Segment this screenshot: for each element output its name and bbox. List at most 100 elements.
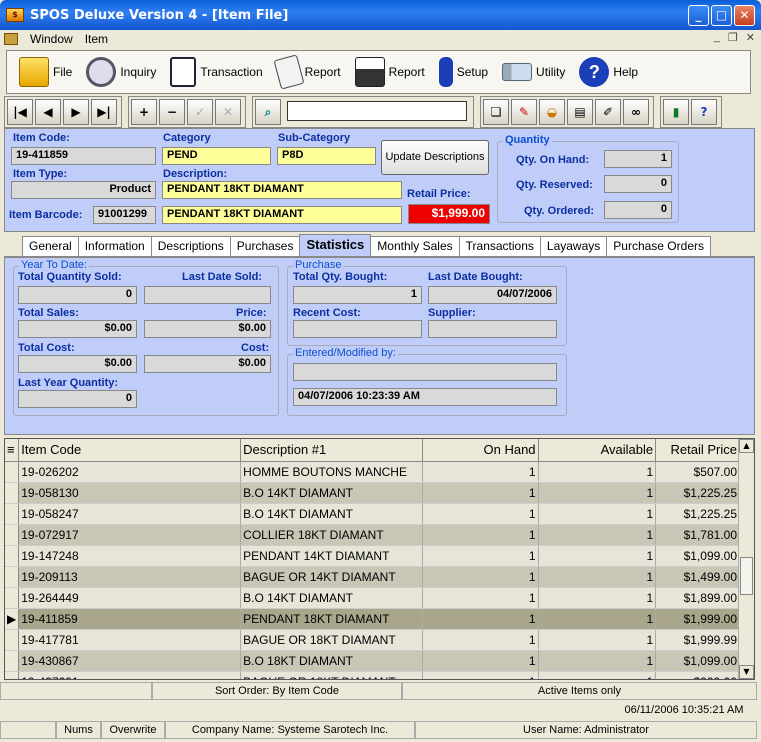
toolbar-transaction-button[interactable]: Transaction bbox=[170, 57, 263, 87]
cell-description[interactable]: B.O 14KT DIAMANT bbox=[240, 503, 424, 525]
glasses-icon[interactable]: ∞ bbox=[623, 99, 649, 125]
scroll-down-icon[interactable]: ▼ bbox=[739, 665, 754, 679]
update-descriptions-button[interactable]: Update Descriptions bbox=[381, 140, 489, 175]
column-header-item-code[interactable]: Item Code bbox=[18, 439, 242, 462]
minimize-button[interactable]: _ bbox=[688, 5, 709, 26]
item-barcode-field[interactable]: 91001299 bbox=[93, 206, 156, 224]
toolbar-report-button[interactable]: Report bbox=[273, 54, 341, 90]
exit-door-icon[interactable]: ▮ bbox=[663, 99, 689, 125]
row-header[interactable] bbox=[5, 524, 20, 546]
cell-retail-price[interactable]: $1,099.00 bbox=[655, 545, 740, 567]
table-row[interactable]: 19-437291BAGUE OR 18KT DIAMANT11$999.00 bbox=[5, 671, 740, 679]
cell-available[interactable]: 1 bbox=[538, 503, 657, 525]
tab-monthly-sales[interactable]: Monthly Sales bbox=[370, 236, 460, 256]
subcategory-field[interactable]: P8D bbox=[277, 147, 376, 165]
row-header-corner[interactable]: ≡ bbox=[5, 439, 20, 462]
cell-description[interactable]: PENDANT 18KT DIAMANT bbox=[240, 608, 424, 630]
cell-available[interactable]: 1 bbox=[538, 671, 657, 679]
row-header[interactable] bbox=[5, 566, 20, 588]
cell-available[interactable]: 1 bbox=[538, 545, 657, 567]
cell-on-hand[interactable]: 1 bbox=[422, 524, 539, 546]
cell-available[interactable]: 1 bbox=[538, 566, 657, 588]
tab-statistics[interactable]: Statistics bbox=[299, 234, 372, 256]
last-record-button[interactable]: ▶| bbox=[91, 99, 117, 125]
search-input[interactable] bbox=[287, 101, 467, 121]
scroll-thumb[interactable] bbox=[740, 557, 753, 595]
cell-available[interactable]: 1 bbox=[538, 587, 657, 609]
confirm-button[interactable]: ✓ bbox=[187, 99, 213, 125]
tab-descriptions[interactable]: Descriptions bbox=[150, 236, 231, 256]
menu-window[interactable]: Window bbox=[30, 32, 73, 46]
cell-description[interactable]: PENDANT 14KT DIAMANT bbox=[240, 545, 424, 567]
description-field-2[interactable]: PENDANT 18KT DIAMANT bbox=[162, 206, 402, 224]
help-question-icon[interactable]: ? bbox=[691, 99, 717, 125]
cell-retail-price[interactable]: $1,781.00 bbox=[655, 524, 740, 546]
table-row[interactable]: 19-147248 PENDANT 14KT DIAMANT 1 1 $1,099.00 bbox=[5, 545, 740, 567]
description-field-1[interactable]: PENDANT 18KT DIAMANT bbox=[162, 181, 402, 199]
cell-available[interactable]: 1 bbox=[538, 461, 657, 483]
row-header[interactable] bbox=[5, 671, 20, 679]
basket-icon[interactable]: ◒ bbox=[539, 99, 565, 125]
item-type-field[interactable]: Product bbox=[11, 181, 156, 199]
next-record-button[interactable]: ▶ bbox=[63, 99, 89, 125]
cell-description[interactable]: BAGUE OR 18KT DIAMANT bbox=[240, 671, 424, 679]
notes-icon[interactable]: ▤ bbox=[567, 99, 593, 125]
cell-on-hand[interactable]: 1 bbox=[422, 545, 539, 567]
cell-description[interactable]: B.O 18KT DIAMANT bbox=[240, 650, 424, 672]
menu-item[interactable]: Item bbox=[85, 32, 108, 46]
tab-purchase-orders[interactable]: Purchase Orders bbox=[606, 236, 711, 256]
toolbar-inquiry-button[interactable]: Inquiry bbox=[86, 57, 156, 87]
cell-retail-price[interactable]: $1,499.00 bbox=[655, 566, 740, 588]
cell-on-hand[interactable]: 1 bbox=[422, 671, 539, 679]
cell-retail-price[interactable]: $999.00 bbox=[655, 671, 740, 679]
cell-available[interactable]: 1 bbox=[538, 482, 657, 504]
cell-retail-price[interactable]: $1,099.00 bbox=[655, 650, 740, 672]
row-header[interactable] bbox=[5, 482, 20, 504]
current-row-indicator[interactable]: ▶ bbox=[5, 608, 20, 630]
cell-item-code[interactable]: 19-026202 bbox=[18, 461, 242, 483]
first-record-button[interactable]: |◀ bbox=[7, 99, 33, 125]
row-header[interactable] bbox=[5, 629, 20, 651]
table-row[interactable]: 19-026202 HOMME BOUTONS MANCHE 1 1 $507.00 bbox=[5, 461, 740, 483]
scroll-up-icon[interactable]: ▲ bbox=[739, 439, 754, 453]
cell-on-hand[interactable]: 1 bbox=[422, 566, 539, 588]
cell-item-code[interactable]: 19-058130 bbox=[18, 482, 242, 504]
vertical-scrollbar[interactable]: ▲ ▼ bbox=[738, 439, 754, 679]
edit-list-icon[interactable]: ✐ bbox=[595, 99, 621, 125]
cell-retail-price[interactable]: $1,225.25 bbox=[655, 482, 740, 504]
table-row[interactable]: 19-058247 B.O 14KT DIAMANT 1 1 $1,225.25 bbox=[5, 503, 740, 525]
delete-record-button[interactable]: − bbox=[159, 99, 185, 125]
column-header-available[interactable]: Available bbox=[538, 439, 657, 462]
cell-on-hand[interactable]: 1 bbox=[422, 587, 539, 609]
cell-description[interactable]: B.O 14KT DIAMANT bbox=[240, 587, 424, 609]
toolbar-print-report-button[interactable]: Report bbox=[354, 57, 425, 87]
cell-on-hand[interactable]: 1 bbox=[422, 461, 539, 483]
cell-available[interactable]: 1 bbox=[538, 608, 657, 630]
cell-item-code[interactable]: 19-437291 bbox=[18, 671, 242, 679]
table-row[interactable]: 19-430867 B.O 18KT DIAMANT 1 1 $1,099.00 bbox=[5, 650, 740, 672]
toolbar-file-button[interactable]: File bbox=[19, 57, 72, 87]
toolbar-help-button[interactable]: ? Help bbox=[579, 57, 638, 87]
cell-on-hand[interactable]: 1 bbox=[422, 650, 539, 672]
cell-item-code[interactable]: 19-209113 bbox=[18, 566, 242, 588]
cell-item-code[interactable]: 19-072917 bbox=[18, 524, 242, 546]
cell-item-code[interactable]: 19-417781 bbox=[18, 629, 242, 651]
tab-transactions[interactable]: Transactions bbox=[458, 236, 541, 256]
eraser-icon[interactable]: ✎ bbox=[511, 99, 537, 125]
cell-item-code[interactable]: 19-147248 bbox=[18, 545, 242, 567]
cell-item-code[interactable]: 19-264449 bbox=[18, 587, 242, 609]
cell-on-hand[interactable]: 1 bbox=[422, 503, 539, 525]
cell-retail-price[interactable]: $1,225.25 bbox=[655, 503, 740, 525]
table-row[interactable]: 19-058130 B.O 14KT DIAMANT 1 1 $1,225.25 bbox=[5, 482, 740, 504]
cell-description[interactable]: B.O 14KT DIAMANT bbox=[240, 482, 424, 504]
cell-retail-price[interactable]: $507.00 bbox=[655, 461, 740, 483]
row-header[interactable] bbox=[5, 503, 20, 525]
cell-description[interactable]: HOMME BOUTONS MANCHE bbox=[240, 461, 424, 483]
cell-available[interactable]: 1 bbox=[538, 629, 657, 651]
cell-retail-price[interactable]: $1,899.00 bbox=[655, 587, 740, 609]
cell-available[interactable]: 1 bbox=[538, 650, 657, 672]
mdi-restore-button[interactable]: ❐ bbox=[728, 31, 738, 44]
toolbar-setup-button[interactable]: Setup bbox=[438, 57, 488, 87]
column-header-retail-price[interactable]: Retail Price bbox=[655, 439, 740, 462]
table-row[interactable]: 19-417781 BAGUE OR 18KT DIAMANT 1 1 $1,999.9… bbox=[5, 629, 740, 651]
